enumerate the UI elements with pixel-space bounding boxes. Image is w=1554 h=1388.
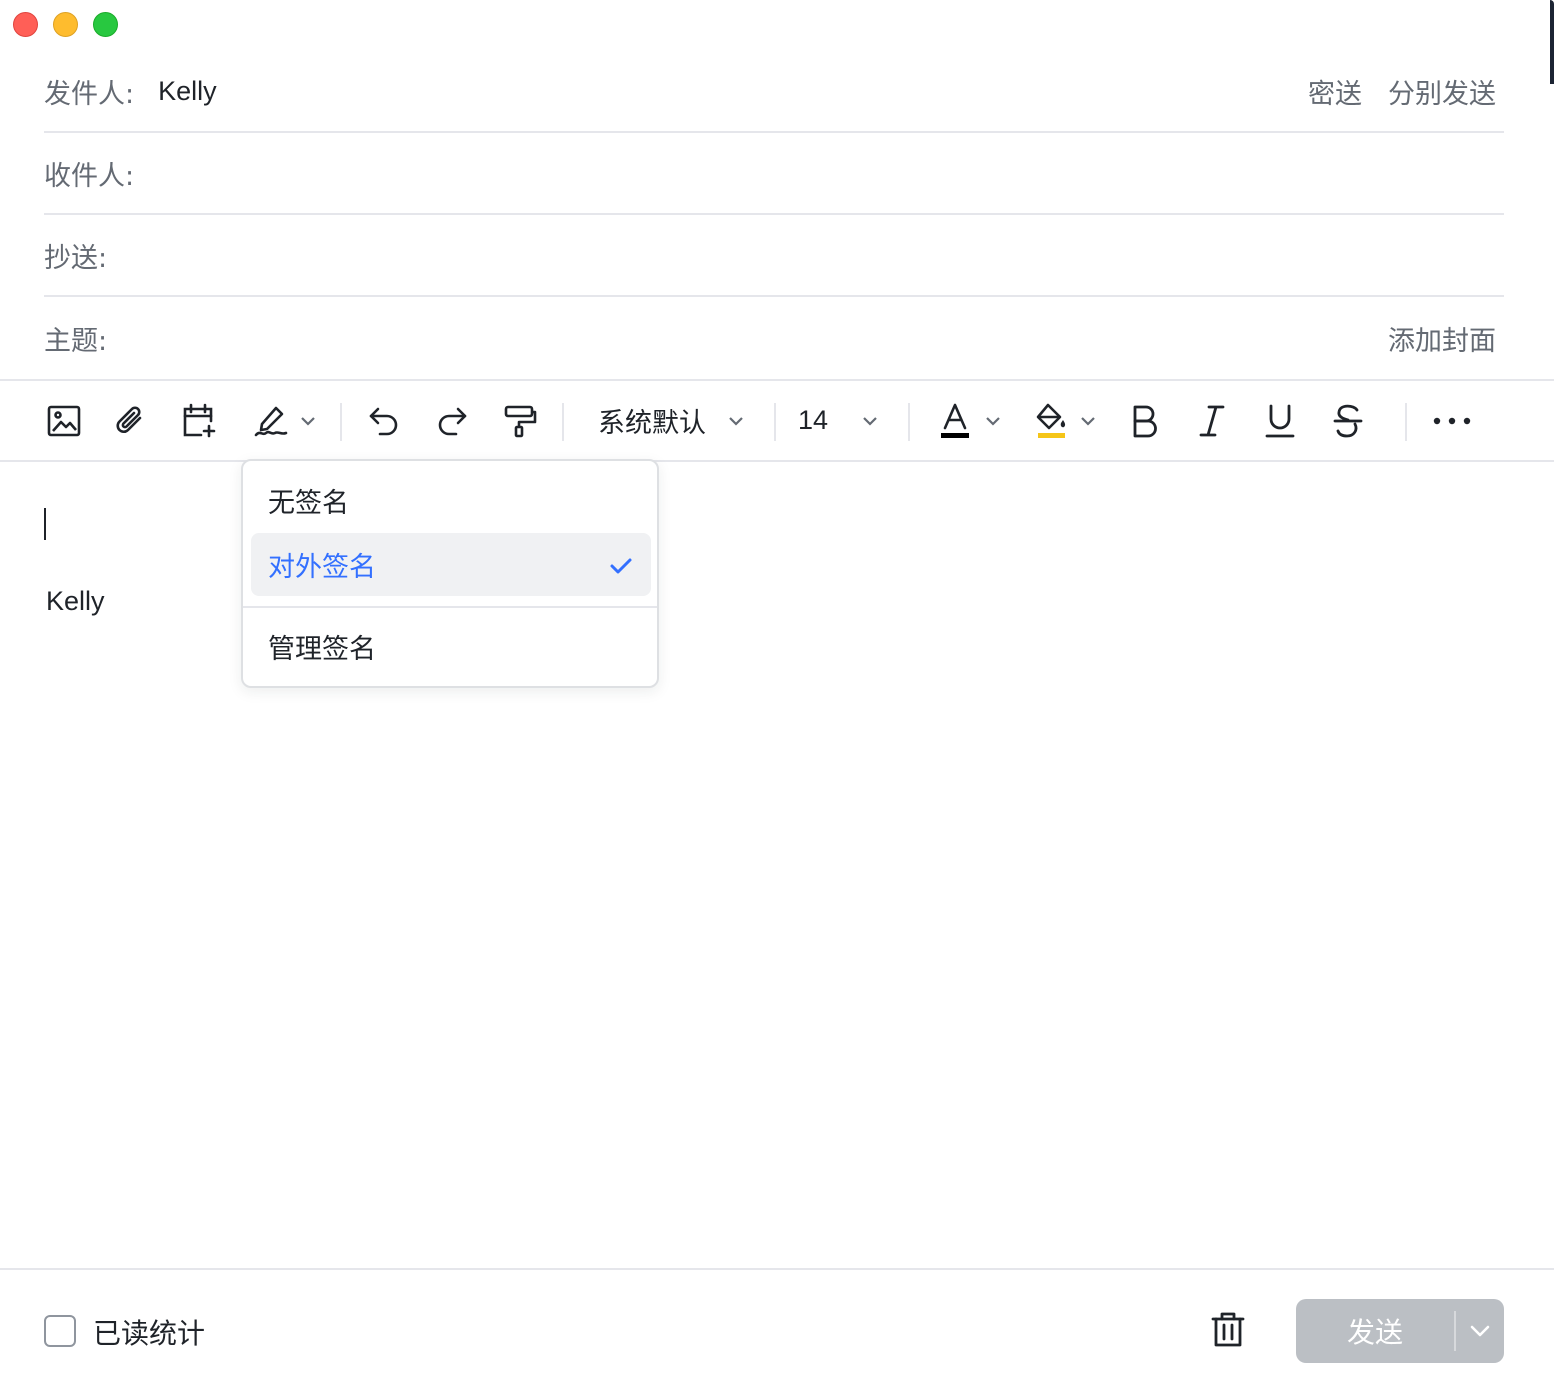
strikethrough-button[interactable] (1328, 381, 1368, 460)
send-button[interactable]: 发送 (1296, 1299, 1454, 1363)
highlight-color-icon (1034, 402, 1068, 440)
calendar-add-icon (180, 402, 218, 440)
to-label: 收件人: (44, 160, 135, 192)
toolbar-divider (908, 403, 910, 441)
signature-option-label: 管理签名 (268, 634, 376, 665)
compose-window: 发件人: Kelly 密送 分别发送 收件人: 抄送: 主题: 添加封面 系统默… (0, 0, 1554, 1388)
toolbar-divider (774, 403, 776, 441)
window-controls (13, 12, 118, 37)
redo-icon (434, 403, 470, 439)
trash-icon (1208, 1312, 1248, 1354)
toolbar-divider (562, 403, 564, 441)
toolbar-divider (1405, 403, 1407, 441)
zoom-window-button[interactable] (93, 12, 118, 37)
italic-button[interactable] (1192, 381, 1232, 460)
italic-icon (1197, 403, 1227, 439)
chevron-down-icon (728, 416, 744, 426)
more-options-button[interactable] (1430, 381, 1474, 460)
signature-text[interactable]: Kelly (46, 586, 105, 617)
undo-icon (366, 403, 402, 439)
chevron-down-icon (1080, 416, 1096, 426)
text-cursor (44, 508, 46, 540)
to-row[interactable]: 收件人: (44, 133, 1504, 215)
font-family-value: 系统默认 (598, 408, 706, 439)
insert-image-button[interactable] (44, 381, 84, 460)
format-painter-button[interactable] (500, 381, 540, 460)
compose-footer: 已读统计 发送 (0, 1268, 1554, 1388)
close-window-button[interactable] (13, 12, 38, 37)
from-value[interactable]: Kelly (158, 76, 217, 107)
format-toolbar: 系统默认 14 (0, 379, 1554, 462)
discard-draft-button[interactable] (1208, 1310, 1248, 1354)
minimize-window-button[interactable] (53, 12, 78, 37)
font-family-select[interactable]: 系统默认 (598, 381, 750, 460)
bcc-button[interactable]: 密送 (1308, 72, 1362, 111)
cc-label: 抄送: (44, 242, 108, 274)
manage-signatures-option[interactable]: 管理签名 (251, 615, 651, 678)
menu-divider (243, 606, 657, 608)
signature-dropdown-button[interactable] (250, 381, 318, 460)
subject-label: 主题: (44, 325, 108, 357)
cc-row[interactable]: 抄送: (44, 215, 1504, 297)
chevron-down-icon (862, 416, 878, 426)
signature-option-label: 对外签名 (268, 552, 376, 583)
strikethrough-icon (1332, 402, 1364, 440)
underline-icon (1264, 403, 1296, 439)
add-cover-button[interactable]: 添加封面 (1388, 319, 1496, 358)
checkmark-icon (609, 552, 633, 583)
separate-send-button[interactable]: 分别发送 (1388, 72, 1496, 111)
highlight-color-button[interactable] (1032, 381, 1098, 460)
send-button-group: 发送 (1296, 1299, 1504, 1363)
chevron-down-icon (300, 416, 316, 426)
attach-file-button[interactable] (111, 381, 151, 460)
undo-button[interactable] (364, 381, 404, 460)
subject-options: 添加封面 (1388, 297, 1496, 379)
window-edge (1550, 0, 1554, 84)
more-icon (1432, 416, 1472, 426)
read-stats-checkbox[interactable] (44, 1315, 76, 1347)
font-size-select[interactable]: 14 (798, 381, 884, 460)
image-icon (46, 403, 82, 439)
toolbar-divider (340, 403, 342, 441)
chevron-down-icon (1470, 1322, 1490, 1341)
subject-row[interactable]: 主题: 添加封面 (44, 297, 1504, 379)
read-stats-label[interactable]: 已读统计 (93, 1312, 205, 1352)
attachment-icon (113, 403, 149, 439)
signature-menu: 无签名 对外签名 管理签名 (241, 459, 659, 688)
from-label: 发件人: (44, 78, 135, 110)
insert-schedule-button[interactable] (179, 381, 219, 460)
from-row: 发件人: Kelly 密送 分别发送 (44, 51, 1504, 133)
email-body-editor[interactable]: Kelly (0, 462, 1554, 1268)
bold-button[interactable] (1124, 381, 1164, 460)
bold-icon (1129, 403, 1159, 439)
signature-option-none[interactable]: 无签名 (251, 469, 651, 532)
recipient-options: 密送 分别发送 (1308, 51, 1496, 131)
underline-button[interactable] (1260, 381, 1300, 460)
send-options-button[interactable] (1456, 1299, 1504, 1363)
signature-option-label: 无签名 (268, 488, 349, 519)
signature-option-external[interactable]: 对外签名 (251, 533, 651, 596)
redo-button[interactable] (432, 381, 472, 460)
format-painter-icon (502, 403, 538, 439)
text-color-button[interactable] (938, 381, 1002, 460)
text-color-icon (939, 402, 971, 440)
signature-icon (252, 402, 290, 440)
chevron-down-icon (985, 416, 1001, 426)
font-size-value: 14 (798, 405, 829, 435)
